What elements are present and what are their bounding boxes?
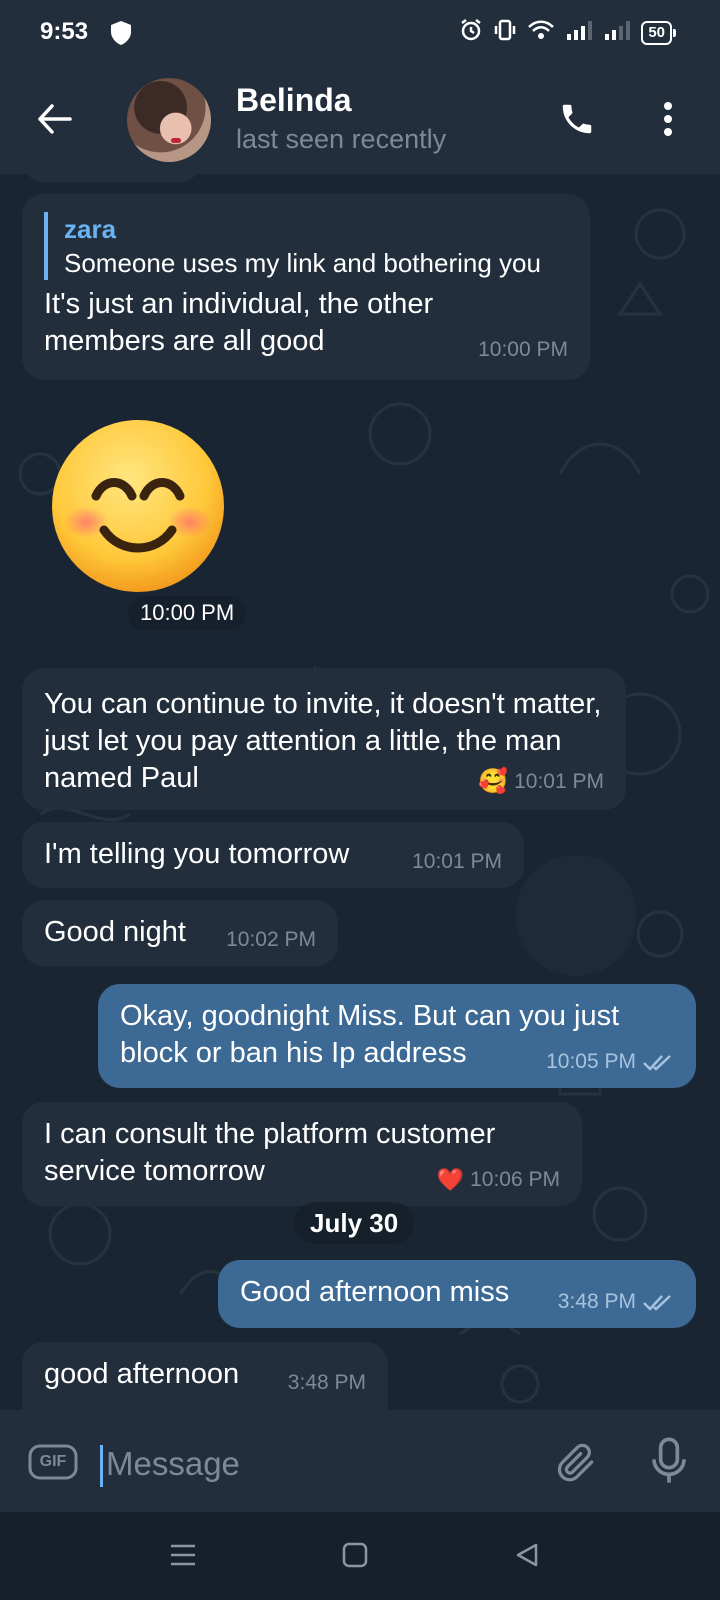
home-button[interactable] [340, 1540, 370, 1570]
smiling-face-icon [52, 420, 224, 592]
battery-indicator: 50 [641, 20, 676, 45]
menu-icon [171, 1544, 195, 1566]
reaction-emoji[interactable]: 🥰 [478, 763, 508, 800]
reply-quote[interactable]: zara Someone uses my link and bothering … [44, 212, 568, 280]
avatar[interactable] [127, 78, 211, 162]
message-text: It's just an individual, the other membe… [44, 288, 434, 357]
phone-icon [562, 104, 592, 134]
message-meta: 3:48 PM [558, 1283, 676, 1320]
shield-icon [110, 20, 132, 51]
wifi-icon [527, 18, 555, 47]
message-time: 3:48 PM [287, 1371, 366, 1394]
status-time: 9:53 [40, 18, 89, 45]
message-bubble-incoming[interactable]: I can consult the platform customer serv… [22, 1102, 582, 1206]
recent-apps-button[interactable] [168, 1540, 198, 1570]
gif-label: GIF [39, 1453, 67, 1470]
attach-button[interactable] [552, 1436, 602, 1490]
triangle-back-icon [516, 1543, 538, 1567]
reply-text: Someone uses my link and bothering you [64, 248, 541, 278]
status-icons: 50 [459, 18, 676, 47]
text-cursor [100, 1445, 103, 1487]
message-time: 10:00 PM [478, 338, 568, 361]
reaction-emoji[interactable]: ❤️ [437, 1161, 464, 1198]
contact-status: last seen recently [236, 124, 447, 154]
message-bubble-outgoing[interactable]: Okay, goodnight Miss. But can you just b… [98, 984, 696, 1088]
contact-name[interactable]: Belinda [236, 82, 352, 119]
message-time: 10:00 PM [128, 596, 247, 630]
message-bubble-incoming[interactable]: Good night 10:02 PM [22, 900, 338, 966]
message-time: 10:01 PM [514, 770, 604, 793]
double-check-icon [643, 1054, 671, 1071]
signal-icon-2 [603, 18, 631, 47]
message-time: 10:05 PM [546, 1050, 636, 1073]
message-meta: 10:05 PM [546, 1043, 676, 1080]
signal-icon [565, 18, 593, 47]
message-meta: 🥰 10:01 PM [478, 763, 604, 800]
message-composer: GIF [0, 1410, 720, 1512]
message-bubble-outgoing[interactable]: Good afternoon miss 3:48 PM [218, 1260, 696, 1328]
message-bubble-incoming[interactable]: I'm telling you tomorrow 10:01 PM [22, 822, 524, 888]
call-button[interactable] [552, 94, 602, 144]
system-back-button[interactable] [512, 1540, 542, 1570]
gif-button[interactable]: GIF [28, 1444, 78, 1480]
more-options-button[interactable] [648, 94, 688, 144]
reply-author: zara [64, 214, 117, 244]
message-time: 10:01 PM [412, 850, 502, 873]
home-square-icon [342, 1542, 368, 1568]
message-list[interactable]: zara Someone uses my link and bothering … [0, 174, 720, 1410]
message-meta: ❤️ 10:06 PM [437, 1161, 560, 1198]
alarm-icon [459, 18, 483, 47]
message-bubble-incoming[interactable]: You can continue to invite, it doesn't m… [22, 668, 626, 810]
voice-message-button[interactable] [644, 1434, 694, 1488]
vibrate-icon [493, 18, 517, 47]
message-bubble-incoming[interactable]: zara Someone uses my link and bothering … [22, 194, 590, 380]
message-bubble-incoming[interactable]: good afternoon 3:48 PM [22, 1342, 388, 1410]
emoji-sticker[interactable] [50, 418, 226, 594]
chat-header: Belinda last seen recently [0, 64, 720, 174]
chat-screen: 9:53 50 Belinda last seen recently zara … [0, 0, 720, 1600]
status-bar: 9:53 50 [0, 0, 720, 64]
paperclip-icon [557, 1443, 594, 1482]
message-time: 10:02 PM [226, 928, 316, 951]
back-button[interactable] [30, 94, 80, 144]
back-arrow-icon [38, 104, 72, 134]
message-input[interactable] [104, 1438, 528, 1490]
message-time: 10:06 PM [470, 1168, 560, 1191]
more-vertical-icon [664, 102, 672, 136]
double-check-icon [643, 1294, 671, 1311]
system-navigation-bar [0, 1512, 720, 1600]
date-separator: July 30 [294, 1202, 415, 1244]
microphone-icon [652, 1437, 686, 1483]
message-time: 3:48 PM [557, 1290, 636, 1313]
previous-message-tail [22, 174, 202, 182]
